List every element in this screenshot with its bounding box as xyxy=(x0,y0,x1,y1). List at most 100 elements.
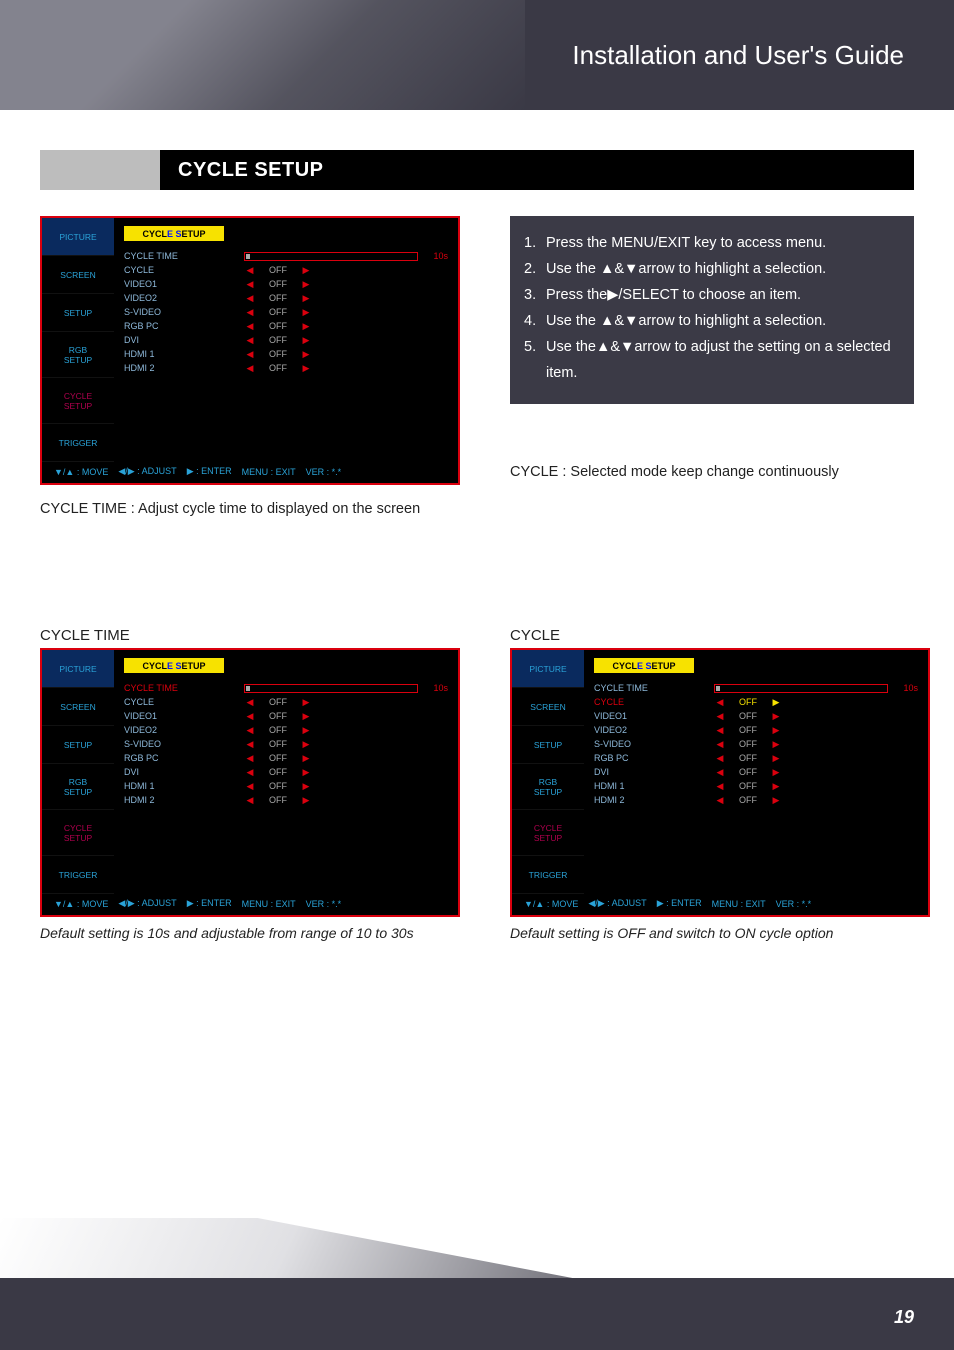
right-arrow-icon: ▶ xyxy=(770,767,782,778)
header-gradient xyxy=(0,0,525,110)
page-title: Installation and User's Guide xyxy=(572,40,904,71)
osd-row: DVI◀OFF▶ xyxy=(124,765,448,779)
left-arrow-icon: ◀ xyxy=(244,307,256,318)
header-band: Installation and User's Guide xyxy=(0,0,954,110)
osd-row-value: OFF xyxy=(726,725,770,735)
right-arrow-icon: ▶ xyxy=(300,293,312,304)
osd-row: CYCLE TIME 10s xyxy=(124,249,448,263)
osd-content-title: CYCLE SETUP xyxy=(124,658,224,673)
osd-row-value: OFF xyxy=(726,739,770,749)
osd-row-value: OFF xyxy=(256,335,300,345)
right-arrow-icon: ▶ xyxy=(300,335,312,346)
hint-menu: MENU : EXIT xyxy=(242,467,296,477)
osd-row: CYCLE◀OFF▶ xyxy=(124,695,448,709)
osd-slider-fill xyxy=(246,254,250,259)
osd-row-label: DVI xyxy=(594,767,714,777)
right-arrow-icon: ▶ xyxy=(770,753,782,764)
right-arrow-icon: ▶ xyxy=(770,781,782,792)
hint-move: ▼/▲ : MOVE xyxy=(54,899,108,909)
step-text: Use the ▲&▼arrow to highlight a selectio… xyxy=(546,308,826,334)
right-arrow-icon: ▶ xyxy=(770,711,782,722)
osd-row-label: RGB PC xyxy=(594,753,714,763)
osd-row-value: OFF xyxy=(726,781,770,791)
osd-row-value: OFF xyxy=(726,795,770,805)
sub-title-cycle: CYCLE xyxy=(510,627,930,644)
hint-ver: VER : *.* xyxy=(306,899,342,909)
page-number: 19 xyxy=(894,1307,914,1328)
note-cycle-time: Default setting is 10s and adjustable fr… xyxy=(40,925,460,941)
step-text: Use the ▲&▼arrow to highlight a selectio… xyxy=(546,256,826,282)
osd-row: VIDEO1◀OFF▶ xyxy=(124,277,448,291)
right-arrow-icon: ▶ xyxy=(300,795,312,806)
step-text: Press the MENU/EXIT key to access menu. xyxy=(546,230,826,256)
right-arrow-icon: ▶ xyxy=(300,349,312,360)
osd-row: HDMI 1◀OFF▶ xyxy=(124,779,448,793)
osd-row: HDMI 2◀OFF▶ xyxy=(124,361,448,375)
hint-menu: MENU : EXIT xyxy=(242,899,296,909)
osd-row-value: OFF xyxy=(726,697,770,707)
osd-tab-rgb-setup: RGB SETUP xyxy=(42,764,114,810)
left-arrow-icon: ◀ xyxy=(244,739,256,750)
osd-row: VIDEO2◀OFF▶ xyxy=(124,723,448,737)
osd-tab-picture: PICTURE xyxy=(42,650,114,688)
left-arrow-icon: ◀ xyxy=(244,725,256,736)
osd-row-value: OFF xyxy=(256,307,300,317)
osd-slider: 10s xyxy=(244,251,448,261)
osd-slider-bar xyxy=(244,684,418,693)
osd-content-title: CYCLE SETUP xyxy=(594,658,694,673)
left-arrow-icon: ◀ xyxy=(714,697,726,708)
left-arrow-icon: ◀ xyxy=(714,767,726,778)
osd-row-label: HDMI 1 xyxy=(124,781,244,791)
osd-tab-rgb-setup: RGB SETUP xyxy=(42,332,114,378)
osd-tab-setup: SETUP xyxy=(42,726,114,764)
osd-slider: 10s xyxy=(714,683,918,693)
sub-title-cycle-time: CYCLE TIME xyxy=(40,627,460,644)
instruction-step: 3.Press the▶/SELECT to choose an item. xyxy=(524,282,900,308)
osd-row-value: OFF xyxy=(256,725,300,735)
osd-tab-setup: SETUP xyxy=(512,726,584,764)
osd-row-value: OFF xyxy=(256,795,300,805)
osd-row-value: OFF xyxy=(256,279,300,289)
left-arrow-icon: ◀ xyxy=(244,753,256,764)
hint-enter: ▶ : ENTER xyxy=(657,898,702,909)
right-arrow-icon: ▶ xyxy=(300,363,312,374)
osd-slider-fill xyxy=(246,686,250,691)
osd-row-label: HDMI 2 xyxy=(594,795,714,805)
osd-slider-value: 10s xyxy=(894,683,918,693)
osd-slider: 10s xyxy=(244,683,448,693)
osd-row-label: S-VIDEO xyxy=(594,739,714,749)
hint-adjust: ◀/▶ : ADJUST xyxy=(588,898,646,909)
osd-slider-value: 10s xyxy=(424,251,448,261)
osd-tab-trigger: TRIGGER xyxy=(42,856,114,894)
left-arrow-icon: ◀ xyxy=(714,725,726,736)
step-number: 1. xyxy=(524,230,546,256)
step-text: Use the▲&▼arrow to adjust the setting on… xyxy=(546,334,900,386)
osd-row: VIDEO1◀OFF▶ xyxy=(124,709,448,723)
osd-panel-cycle-time: PICTURE SCREEN SETUP RGB SETUP CYCLE SET… xyxy=(40,648,460,917)
osd-row-label: HDMI 1 xyxy=(594,781,714,791)
osd-row-value: OFF xyxy=(256,349,300,359)
right-arrow-icon: ▶ xyxy=(300,279,312,290)
osd-row-label: RGB PC xyxy=(124,321,244,331)
osd-panel-cycle: PICTURE SCREEN SETUP RGB SETUP CYCLE SET… xyxy=(510,648,930,917)
osd-row-label: CYCLE TIME xyxy=(124,251,244,261)
right-arrow-icon: ▶ xyxy=(300,725,312,736)
osd-row: DVI◀OFF▶ xyxy=(124,333,448,347)
osd-row-value: OFF xyxy=(256,293,300,303)
osd-tabs: PICTURE SCREEN SETUP RGB SETUP CYCLE SET… xyxy=(42,218,114,462)
step-number: 2. xyxy=(524,256,546,282)
osd-row-label: S-VIDEO xyxy=(124,307,244,317)
left-arrow-icon: ◀ xyxy=(244,767,256,778)
hint-move: ▼/▲ : MOVE xyxy=(54,467,108,477)
left-arrow-icon: ◀ xyxy=(244,321,256,332)
instruction-step: 2.Use the ▲&▼arrow to highlight a select… xyxy=(524,256,900,282)
instruction-step: 5.Use the▲&▼arrow to adjust the setting … xyxy=(524,334,900,386)
osd-row-label: VIDEO2 xyxy=(594,725,714,735)
hint-ver: VER : *.* xyxy=(776,899,812,909)
right-arrow-icon: ▶ xyxy=(770,725,782,736)
osd-row-value: OFF xyxy=(726,753,770,763)
left-arrow-icon: ◀ xyxy=(244,781,256,792)
osd-row-value: OFF xyxy=(256,753,300,763)
osd-tabs: PICTURE SCREEN SETUP RGB SETUP CYCLE SET… xyxy=(512,650,584,894)
caption-cycle-time: CYCLE TIME : Adjust cycle time to displa… xyxy=(40,501,460,517)
